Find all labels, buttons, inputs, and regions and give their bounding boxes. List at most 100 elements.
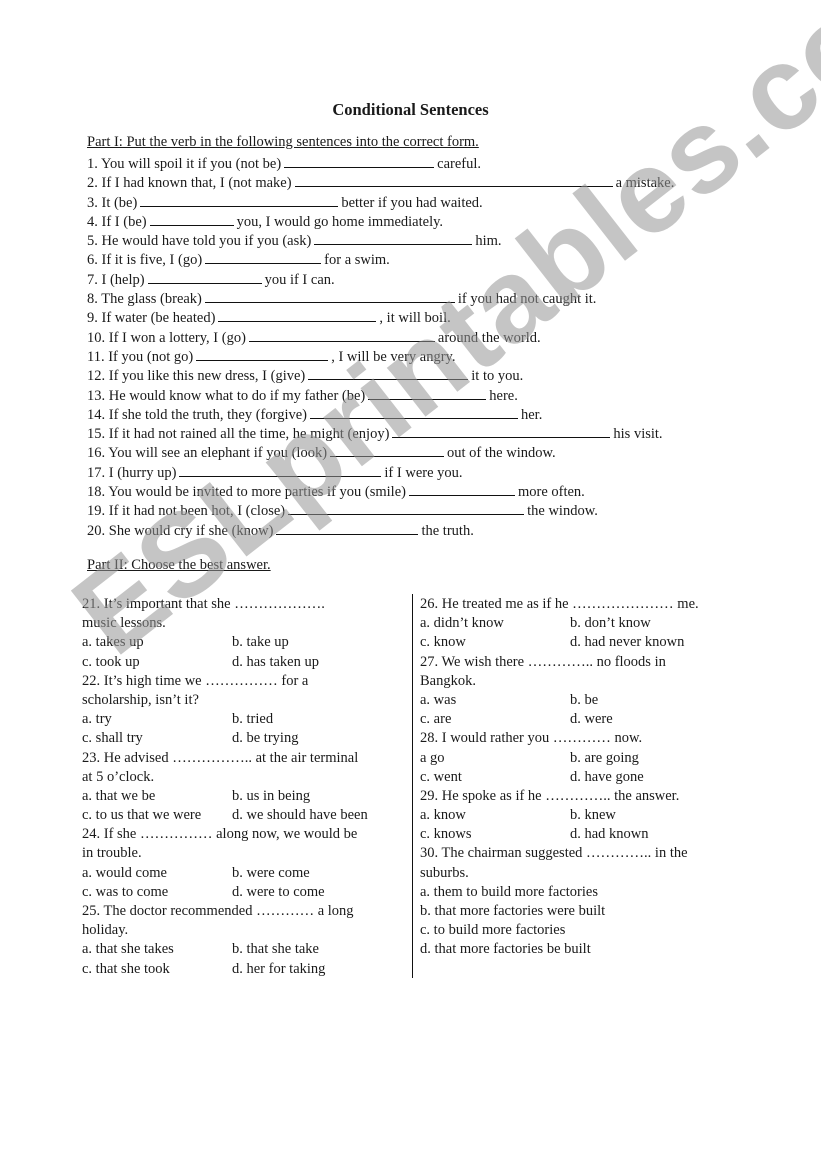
answer-option[interactable]: d. were to come: [232, 883, 325, 902]
exercise-prompt: 13. He would know what to do if my fathe…: [87, 387, 366, 404]
answer-option[interactable]: b. that she take: [232, 940, 319, 959]
answer-blank[interactable]: [204, 288, 455, 304]
question-text: scholarship, isn’t it?: [82, 691, 199, 708]
answer-blank[interactable]: [314, 230, 473, 246]
answer-option[interactable]: d. had known: [570, 825, 649, 844]
answer-option[interactable]: d. be trying: [232, 729, 298, 748]
question-text: 23. He advised …………….. at the air termin…: [82, 749, 359, 766]
answer-blank[interactable]: [147, 269, 262, 284]
column-divider: [412, 594, 413, 978]
answer-blank[interactable]: [196, 346, 329, 361]
answer-option[interactable]: a. try: [82, 710, 112, 729]
answer-option[interactable]: d. her for taking: [232, 960, 325, 979]
answer-blank[interactable]: [140, 192, 339, 207]
exercise-continuation: you, I would go home immediately.: [236, 213, 444, 230]
option-row: c. know d. had never known: [420, 633, 750, 652]
answer-blank[interactable]: [310, 404, 518, 419]
option-row: c. went d. have gone: [420, 768, 750, 787]
answer-blank[interactable]: [179, 462, 382, 477]
answer-option[interactable]: b. don’t know: [570, 614, 651, 633]
question-text: 25. The doctor recommended ………… a long: [82, 903, 354, 919]
answer-option[interactable]: b. that more factories were built: [420, 902, 605, 921]
exercise-item: 20. She would cry if she (know) the truth…: [87, 520, 674, 539]
answer-blank[interactable]: [149, 211, 234, 226]
answer-option[interactable]: b. tried: [232, 710, 273, 729]
exercise-continuation: out of the window.: [447, 445, 556, 462]
exercise-item: 11. If you (not go) , I will be very angr…: [87, 346, 674, 365]
answer-option[interactable]: b. us in being: [232, 787, 310, 806]
answer-option[interactable]: d. had never known: [570, 633, 684, 652]
exercise-prompt: 17. I (hurry up): [87, 464, 177, 481]
answer-option[interactable]: c. took up: [82, 653, 140, 672]
answer-option[interactable]: d. that more factories be built: [420, 940, 591, 959]
exercise-prompt: 16. You will see an elephant if you (loo…: [87, 445, 328, 462]
answer-blank[interactable]: [218, 307, 377, 323]
answer-option[interactable]: d. have gone: [570, 768, 644, 787]
answer-blank[interactable]: [276, 520, 419, 535]
exercise-item: 19. If it had not been hot, I (close) the…: [87, 500, 674, 519]
question-block: 24. If she …………… along now, we would be i…: [82, 825, 412, 902]
exercise-continuation: him.: [475, 233, 502, 250]
answer-option[interactable]: a. that we be: [82, 787, 155, 806]
exercise-prompt: 10. If I won a lottery, I (go): [87, 329, 246, 346]
question-block: 29. He spoke as if he ………….. the answer.…: [420, 787, 750, 845]
part1-heading: Part I: Put the verb in the following se…: [87, 134, 479, 150]
answer-option[interactable]: a go: [420, 749, 445, 768]
answer-blank[interactable]: [330, 442, 445, 458]
answer-option[interactable]: d. has taken up: [232, 653, 319, 672]
exercise-prompt: 1. You will spoil it if you (not be): [87, 156, 282, 172]
exercise-continuation: if you had not caught it.: [457, 291, 597, 308]
answer-option[interactable]: c. knows: [420, 825, 472, 844]
answer-option[interactable]: a. didn’t know: [420, 614, 504, 633]
answer-blank[interactable]: [248, 327, 435, 342]
answer-option[interactable]: a. that she takes: [82, 940, 174, 959]
answer-option[interactable]: c. shall try: [82, 729, 143, 748]
option-row: a go b. are going: [420, 749, 750, 768]
option-row: a. try b. tried: [82, 710, 412, 729]
exercise-prompt: 5. He would have told you if you (ask): [87, 233, 312, 250]
question-block: 30. The chairman suggested ………….. in the…: [420, 844, 750, 959]
exercise-continuation: if I were you.: [384, 464, 463, 481]
answer-option[interactable]: a. would come: [82, 864, 167, 883]
answer-option[interactable]: b. be: [570, 691, 598, 710]
answer-option[interactable]: c. that she took: [82, 960, 170, 979]
answer-option[interactable]: b. were come: [232, 864, 310, 883]
answer-blank[interactable]: [368, 385, 487, 400]
answer-option[interactable]: d. we should have been: [232, 806, 368, 825]
exercise-prompt: 9. If water (be heated): [87, 310, 216, 327]
answer-blank[interactable]: [392, 423, 611, 439]
exercise-prompt: 11. If you (not go): [87, 348, 194, 365]
answer-option[interactable]: a. know: [420, 806, 466, 825]
exercise-continuation: careful.: [437, 156, 482, 172]
question-text: 27. We wish there ………….. no floods in: [420, 653, 666, 670]
answer-option[interactable]: b. knew: [570, 806, 616, 825]
answer-option[interactable]: a. takes up: [82, 633, 144, 652]
answer-option[interactable]: c. are: [420, 710, 451, 729]
exercise-prompt: 15. If it had not rained all the time, h…: [87, 426, 390, 443]
answer-blank[interactable]: [205, 249, 322, 265]
question-block: 27. We wish there ………….. no floods in Ban…: [420, 653, 750, 730]
answer-option[interactable]: b. are going: [570, 749, 639, 768]
answer-option[interactable]: c. know: [420, 633, 466, 652]
answer-option[interactable]: a. them to build more factories: [420, 883, 598, 902]
question-text: 22. It’s high time we …………… for a: [82, 672, 309, 689]
answer-option[interactable]: a. was: [420, 691, 456, 710]
exercise-continuation: you if I can.: [264, 271, 335, 288]
answer-option[interactable]: c. to us that we were: [82, 806, 201, 825]
exercise-item: 14. If she told the truth, they (forgive…: [87, 404, 674, 423]
answer-option[interactable]: c. went: [420, 768, 462, 787]
answer-blank[interactable]: [284, 153, 435, 168]
question-text: music lessons.: [82, 615, 166, 632]
exercise-continuation: her.: [521, 406, 543, 423]
answer-blank[interactable]: [294, 172, 613, 188]
question-text: 29. He spoke as if he ………….. the answer.: [420, 787, 680, 804]
answer-option[interactable]: b. take up: [232, 633, 289, 652]
exercise-item: 1. You will spoil it if you (not be) care…: [87, 153, 674, 172]
answer-option[interactable]: d. were: [570, 710, 613, 729]
answer-blank[interactable]: [288, 500, 525, 516]
answer-blank[interactable]: [408, 481, 515, 497]
answer-option[interactable]: c. to build more factories: [420, 921, 565, 940]
answer-option[interactable]: c. was to come: [82, 883, 168, 902]
answer-blank[interactable]: [308, 365, 469, 381]
exercise-prompt: 3. It (be): [87, 194, 138, 211]
